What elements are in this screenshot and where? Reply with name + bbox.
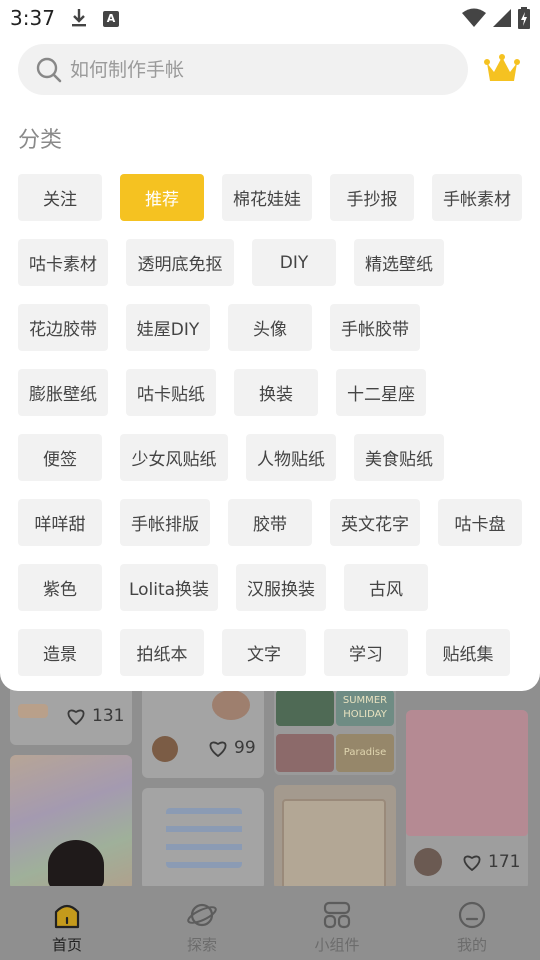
heart-icon <box>463 855 481 871</box>
feed-thumbnail <box>166 808 242 868</box>
search-input[interactable] <box>70 44 450 95</box>
category-chip[interactable]: 贴纸集 <box>426 629 510 676</box>
category-chip[interactable]: 人物贴纸 <box>246 434 336 481</box>
avatar <box>152 736 178 762</box>
like-count: 131 <box>92 706 125 726</box>
like-button[interactable]: 131 <box>66 706 124 726</box>
category-chip[interactable]: 文字 <box>222 629 306 676</box>
search-bar[interactable] <box>18 44 468 95</box>
feed-card[interactable] <box>274 785 396 890</box>
feed-card[interactable]: 171 <box>406 710 528 890</box>
bottom-nav: 首页 探索 小组件 我的 <box>0 886 540 960</box>
category-chip[interactable]: 关注 <box>18 174 102 221</box>
heart-icon <box>209 741 227 757</box>
category-chip[interactable]: 娃屋DIY <box>126 304 210 351</box>
nav-label: 首页 <box>51 936 82 954</box>
category-chip[interactable]: 透明底免抠 <box>126 239 234 286</box>
heart-icon <box>67 709 85 725</box>
category-chip[interactable]: 咕卡素材 <box>18 239 108 286</box>
category-chip[interactable]: 咕卡贴纸 <box>126 369 216 416</box>
category-chip[interactable]: 棉花娃娃 <box>222 174 312 221</box>
feed-card[interactable]: SUMMER HOLIDAY Paradise <box>274 680 396 775</box>
sticker <box>276 690 334 726</box>
category-chip[interactable]: 拍纸本 <box>120 629 204 676</box>
category-chip[interactable]: Lolita换装 <box>120 564 218 611</box>
category-chip[interactable]: 十二星座 <box>336 369 426 416</box>
category-chip[interactable]: 咩咩甜 <box>18 499 102 546</box>
sticker: Paradise <box>336 734 394 772</box>
category-chip[interactable]: 手帐胶带 <box>330 304 420 351</box>
category-chip[interactable]: 古风 <box>344 564 428 611</box>
feed-thumbnail <box>212 690 250 720</box>
nav-label: 小组件 <box>314 936 360 954</box>
category-chip[interactable]: 胶带 <box>228 499 312 546</box>
signal-icon <box>493 9 511 27</box>
category-chip[interactable]: 头像 <box>228 304 312 351</box>
battery-icon <box>518 7 530 29</box>
category-chip[interactable]: 汉服换装 <box>236 564 326 611</box>
category-chip[interactable]: 精选壁纸 <box>354 239 444 286</box>
category-chip[interactable]: 英文花字 <box>330 499 420 546</box>
like-button[interactable]: 171 <box>462 852 520 872</box>
sticker-text: SUMMER <box>342 695 388 706</box>
feed-thumbnail <box>406 710 528 836</box>
planet-icon <box>187 903 217 927</box>
feed-thumbnail <box>18 704 48 718</box>
cat-sticker <box>48 840 104 890</box>
category-panel: 分类 关注 推荐 棉花娃娃 手抄报 手帐素材 咕卡素材 透明底免抠 DIY 精选… <box>0 36 540 691</box>
sticker-text: Paradise <box>343 747 387 758</box>
category-chip-selected[interactable]: 推荐 <box>120 174 204 221</box>
like-count: 99 <box>234 738 256 758</box>
feed-thumbnail <box>282 799 386 890</box>
feed-card[interactable] <box>10 755 132 890</box>
category-chip[interactable]: 换装 <box>234 369 318 416</box>
widgets-icon <box>323 901 351 929</box>
section-title: 分类 <box>18 128 63 153</box>
download-icon <box>72 9 86 27</box>
category-chip[interactable]: 手帐排版 <box>120 499 210 546</box>
feed-card[interactable] <box>142 788 264 890</box>
nav-label: 探索 <box>186 936 217 954</box>
search-icon <box>36 57 62 83</box>
sticker <box>276 734 334 772</box>
category-chip[interactable]: 美食贴纸 <box>354 434 444 481</box>
feed-card[interactable]: 99 <box>142 680 264 778</box>
category-chip[interactable]: 紫色 <box>18 564 102 611</box>
sticker: SUMMER HOLIDAY <box>336 690 394 726</box>
category-chip[interactable]: 手帐素材 <box>432 174 522 221</box>
app-notification-icon: A <box>103 11 119 27</box>
status-bar: 3:37 A <box>0 0 540 36</box>
category-chip[interactable]: 少女风贴纸 <box>120 434 228 481</box>
avatar <box>414 848 442 876</box>
category-chip[interactable]: DIY <box>252 239 336 286</box>
wifi-icon <box>462 8 486 27</box>
nav-explore[interactable]: 探索 <box>152 886 252 960</box>
nav-label: 我的 <box>456 936 487 954</box>
nav-widgets[interactable]: 小组件 <box>287 886 387 960</box>
category-chip[interactable]: 手抄报 <box>330 174 414 221</box>
category-chip[interactable]: 咕卡盘 <box>438 499 522 546</box>
profile-icon <box>458 901 486 929</box>
home-icon <box>54 904 80 929</box>
status-time: 3:37 <box>10 6 55 30</box>
sticker-text: HOLIDAY <box>343 709 387 720</box>
nav-profile[interactable]: 我的 <box>422 886 522 960</box>
nav-home[interactable]: 首页 <box>17 886 117 960</box>
like-count: 171 <box>488 852 521 872</box>
category-chip[interactable]: 学习 <box>324 629 408 676</box>
category-chip[interactable]: 花边胶带 <box>18 304 108 351</box>
crown-icon[interactable] <box>484 54 520 84</box>
feed: 131 99 SUMMER HOLIDAY Paradise 171 <box>0 680 540 890</box>
like-button[interactable]: 99 <box>208 738 256 758</box>
category-chip[interactable]: 造景 <box>18 629 102 676</box>
category-chip[interactable]: 膨胀壁纸 <box>18 369 108 416</box>
category-chip[interactable]: 便签 <box>18 434 102 481</box>
